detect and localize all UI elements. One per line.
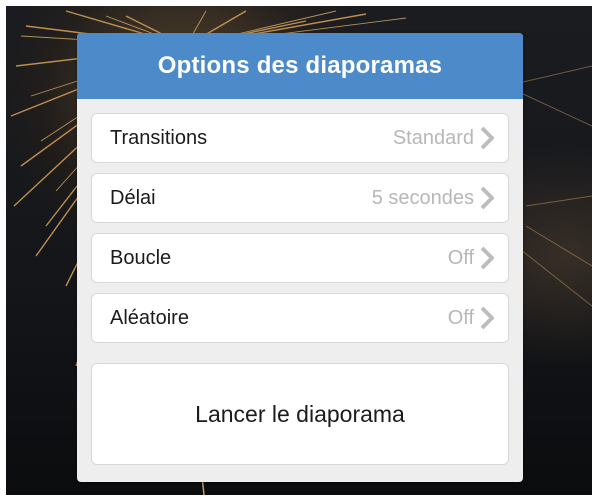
chevron-right-icon [480, 306, 494, 330]
option-label: Boucle [110, 246, 172, 269]
option-label: Délai [110, 186, 156, 209]
start-slideshow-button[interactable]: Lancer le diaporama [91, 363, 509, 465]
chevron-right-icon [480, 126, 494, 150]
option-label: Transitions [110, 126, 208, 149]
option-transitions[interactable]: Transitions Standard [91, 113, 509, 163]
chevron-right-icon [480, 186, 494, 210]
dialog-title: Options des diaporamas [77, 33, 523, 99]
option-value: Off [447, 246, 474, 269]
slideshow-options-dialog: Options des diaporamas Transitions Stand… [77, 33, 523, 482]
option-value: Standard [392, 126, 474, 149]
option-value: Off [447, 306, 474, 329]
option-delai[interactable]: Délai 5 secondes [91, 173, 509, 223]
option-label: Aléatoire [110, 306, 189, 329]
chevron-right-icon [480, 246, 494, 270]
option-boucle[interactable]: Boucle Off [91, 233, 509, 283]
option-value: 5 secondes [371, 186, 474, 209]
option-aleatoire[interactable]: Aléatoire Off [91, 293, 509, 343]
